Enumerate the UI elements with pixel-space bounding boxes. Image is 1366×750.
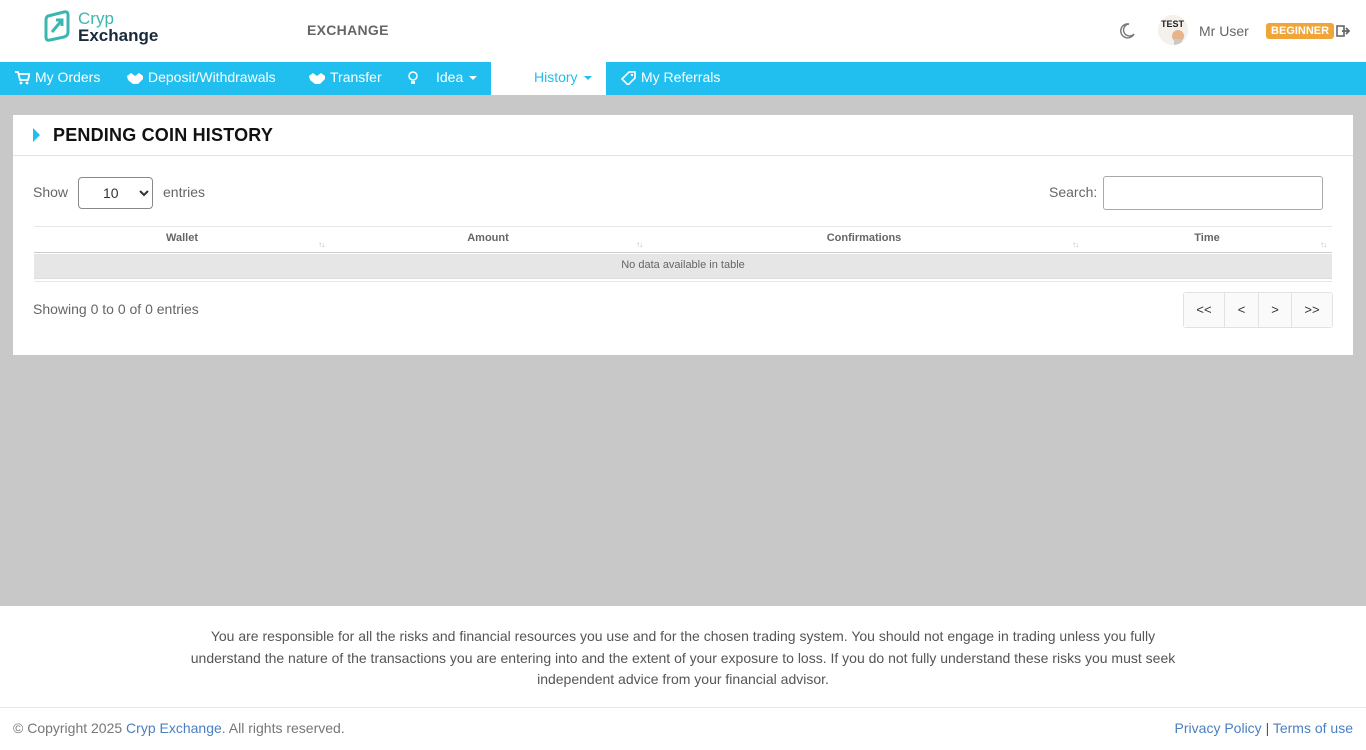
legal-links: Privacy Policy | Terms of use bbox=[1175, 720, 1353, 736]
column-label: Time bbox=[1194, 232, 1220, 244]
footer-disclaimer-section: You are responsible for all the risks an… bbox=[0, 606, 1366, 708]
entries-label: entries bbox=[163, 184, 206, 200]
risk-disclaimer: You are responsible for all the risks an… bbox=[190, 628, 1176, 687]
privacy-policy-link[interactable]: Privacy Policy bbox=[1175, 720, 1262, 736]
nav-label: Transfer bbox=[330, 69, 382, 85]
table-footer-line bbox=[34, 279, 1332, 282]
nav-item-my-referrals[interactable]: My Referrals bbox=[620, 62, 721, 95]
link-separator: | bbox=[1261, 720, 1273, 736]
logo[interactable]: Cryp Exchange bbox=[44, 10, 164, 50]
svg-text:TEST: TEST bbox=[1161, 19, 1185, 29]
copyright: © Copyright 2025 Cryp Exchange. All righ… bbox=[13, 720, 345, 736]
terms-of-use-link[interactable]: Terms of use bbox=[1273, 720, 1353, 736]
exchange-link[interactable]: EXCHANGE bbox=[307, 22, 389, 38]
card-header: PENDING COIN HISTORY bbox=[13, 115, 1353, 156]
nav-label: History bbox=[534, 69, 578, 85]
search-input[interactable] bbox=[1103, 176, 1323, 210]
handshake-icon bbox=[127, 73, 143, 84]
nav-item-my-orders[interactable]: My Orders bbox=[15, 62, 100, 95]
last-page-button[interactable]: >> bbox=[1292, 293, 1332, 327]
nav-label: My Referrals bbox=[641, 69, 721, 85]
cart-icon bbox=[15, 71, 31, 85]
main-nav: My Orders Deposit/Withdrawals Transfer I… bbox=[0, 62, 1366, 95]
avatar-image: TEST bbox=[1158, 15, 1188, 45]
search-label: Search: bbox=[1049, 184, 1098, 200]
nav-label: Deposit/Withdrawals bbox=[148, 69, 276, 85]
first-page-button[interactable]: << bbox=[1184, 293, 1225, 327]
copyright-prefix: © Copyright 2025 bbox=[13, 720, 127, 736]
sort-icon: ↑↓ bbox=[1320, 240, 1327, 249]
show-label: Show bbox=[33, 184, 69, 200]
pagination: << < > >> bbox=[1183, 292, 1333, 328]
nav-item-idea[interactable]: Idea bbox=[407, 62, 478, 95]
history-table: Wallet ↑↓ Amount ↑↓ Confirmations ↑↓ Tim… bbox=[34, 226, 1332, 282]
sort-icon: ↑↓ bbox=[636, 240, 643, 249]
chevron-down-icon bbox=[583, 76, 592, 81]
column-header-confirmations[interactable]: Confirmations ↑↓ bbox=[646, 227, 1082, 253]
logout-icon[interactable] bbox=[1336, 24, 1351, 38]
chevron-down-icon bbox=[469, 76, 478, 81]
handshake-icon bbox=[309, 73, 325, 84]
column-label: Amount bbox=[467, 232, 509, 244]
table-header: Wallet ↑↓ Amount ↑↓ Confirmations ↑↓ Tim… bbox=[34, 226, 1332, 253]
moon-icon[interactable] bbox=[1118, 22, 1136, 40]
logo-line2: Exchange bbox=[78, 26, 159, 45]
column-label: Confirmations bbox=[826, 232, 902, 244]
nav-label: My Orders bbox=[35, 69, 101, 85]
column-header-time[interactable]: Time ↑↓ bbox=[1082, 227, 1332, 253]
column-label: Wallet bbox=[166, 232, 198, 244]
lightbulb-icon bbox=[408, 71, 418, 84]
username[interactable]: Mr User bbox=[1199, 23, 1249, 39]
sort-icon: ↑↓ bbox=[1072, 240, 1079, 249]
nav-item-history[interactable]: History bbox=[491, 62, 606, 95]
level-badge: BEGINNER bbox=[1266, 23, 1335, 39]
pending-coin-history-card: PENDING COIN HISTORY Show 10 entries Sea… bbox=[13, 115, 1353, 355]
card-title: PENDING COIN HISTORY bbox=[53, 125, 274, 145]
logo-text: Cryp Exchange bbox=[78, 10, 158, 44]
logo-line1: Cryp bbox=[78, 9, 114, 28]
copyright-suffix: . All rights reserved. bbox=[221, 720, 345, 736]
avatar[interactable]: TEST bbox=[1158, 15, 1188, 45]
column-header-amount[interactable]: Amount ↑↓ bbox=[330, 227, 646, 253]
next-page-button[interactable]: > bbox=[1259, 293, 1292, 327]
nav-label: Idea bbox=[436, 69, 464, 85]
top-header: Cryp Exchange EXCHANGE TEST Mr User BEGI… bbox=[0, 0, 1366, 62]
column-header-wallet[interactable]: Wallet ↑↓ bbox=[34, 227, 330, 253]
nav-item-transfer[interactable]: Transfer bbox=[309, 62, 382, 95]
empty-row: No data available in table bbox=[34, 254, 1332, 279]
sort-icon: ↑↓ bbox=[318, 240, 325, 249]
caret-right-icon bbox=[33, 128, 40, 142]
logo-mark-icon bbox=[44, 10, 70, 42]
table-info: Showing 0 to 0 of 0 entries bbox=[33, 301, 199, 317]
previous-page-button[interactable]: < bbox=[1225, 293, 1259, 327]
nav-item-deposit-withdrawals[interactable]: Deposit/Withdrawals bbox=[127, 62, 276, 95]
ticket-icon bbox=[620, 71, 636, 87]
entries-select[interactable]: 10 bbox=[78, 177, 153, 209]
footer-bar: © Copyright 2025 Cryp Exchange. All righ… bbox=[0, 708, 1366, 750]
copyright-brand-link[interactable]: Cryp Exchange bbox=[126, 720, 222, 736]
